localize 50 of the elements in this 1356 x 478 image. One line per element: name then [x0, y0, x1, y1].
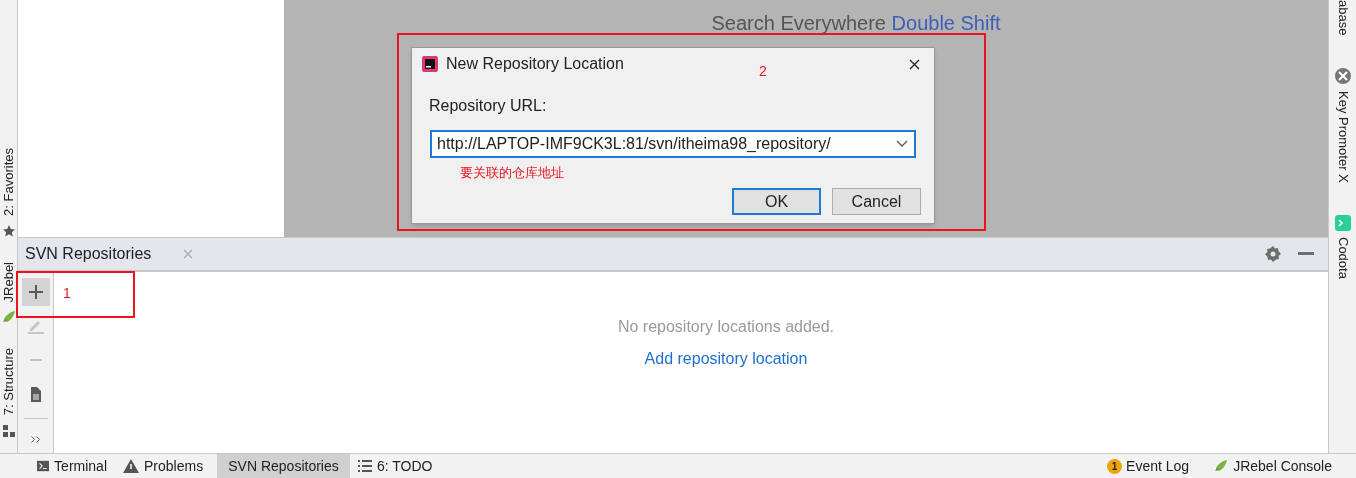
- dialog-button[interactable]: OK: [732, 188, 821, 215]
- status-button[interactable]: 1 Event Log: [1107, 455, 1190, 477]
- add-icon: [28, 285, 43, 299]
- x-circle-icon: [1333, 67, 1352, 86]
- codota-icon: [1334, 215, 1351, 232]
- close-icon: [183, 249, 194, 259]
- app-icon: [422, 56, 438, 72]
- chevrons-icon: [31, 435, 40, 443]
- annotation-note: 要关联的仓库地址: [460, 164, 564, 182]
- close-icon: [908, 58, 920, 70]
- settings-icon: [1264, 245, 1282, 263]
- structure-icon: [1, 423, 16, 438]
- url-value: http://LAPTOP-IMF9CK3L:81/svn/itheima98_repository/: [437, 134, 832, 154]
- bottom-tab[interactable]: 6: TODO: [350, 454, 450, 478]
- annotation-number: 2: [759, 62, 767, 81]
- status-label: Event Log: [1126, 456, 1190, 476]
- bottom-tab[interactable]: Problems: [115, 454, 217, 478]
- dialog-button[interactable]: Cancel: [832, 188, 921, 215]
- status-label: JRebel Console: [1233, 456, 1332, 476]
- minus-icon: [29, 359, 42, 361]
- list-icon: [358, 460, 372, 472]
- bottom-tab[interactable]: Terminal: [29, 454, 115, 478]
- status-button[interactable]: JRebel Console: [1213, 455, 1332, 477]
- add-location-link[interactable]: Add repository location: [644, 347, 808, 371]
- minimize-icon: [1298, 252, 1314, 256]
- shortcut-hint: Double Shift: [891, 12, 1001, 34]
- tool-window-tab[interactable]: Codota: [1334, 237, 1351, 280]
- tool-window-title: SVN Repositories: [25, 244, 152, 264]
- tool-window-tab[interactable]: 7: Structure: [0, 348, 17, 416]
- tool-window-tab[interactable]: JRebel: [0, 261, 17, 303]
- toolbar-button[interactable]: [21, 278, 50, 306]
- count-badge: 1: [1107, 458, 1123, 474]
- dialog-title: New Repository Location: [446, 54, 624, 74]
- tool-window-tab[interactable]: Key Promoter X: [1334, 91, 1351, 184]
- url-combo-field[interactable]: http://LAPTOP-IMF9CK3L:81/svn/itheima98_repository/: [430, 130, 916, 158]
- tool-window-tab[interactable]: abase: [1334, 0, 1351, 36]
- terminal-icon: [37, 459, 50, 473]
- rocket-icon: [1213, 459, 1230, 473]
- search-hint: Search Everywhere: [711, 12, 886, 34]
- rocket-icon: [0, 310, 17, 325]
- field-label: Repository URL:: [429, 96, 548, 116]
- empty-message: No repository locations added.: [617, 317, 835, 337]
- warning-icon: [123, 459, 139, 473]
- chevron-down-icon: [896, 140, 908, 148]
- annotation-number: 1: [63, 284, 71, 303]
- pencil-icon: [27, 318, 44, 334]
- star-icon: [1, 223, 16, 238]
- tool-window-tab[interactable]: 2: Favorites: [0, 148, 17, 216]
- bottom-tab[interactable]: SVN Repositories: [217, 454, 350, 478]
- document-icon: [30, 386, 41, 402]
